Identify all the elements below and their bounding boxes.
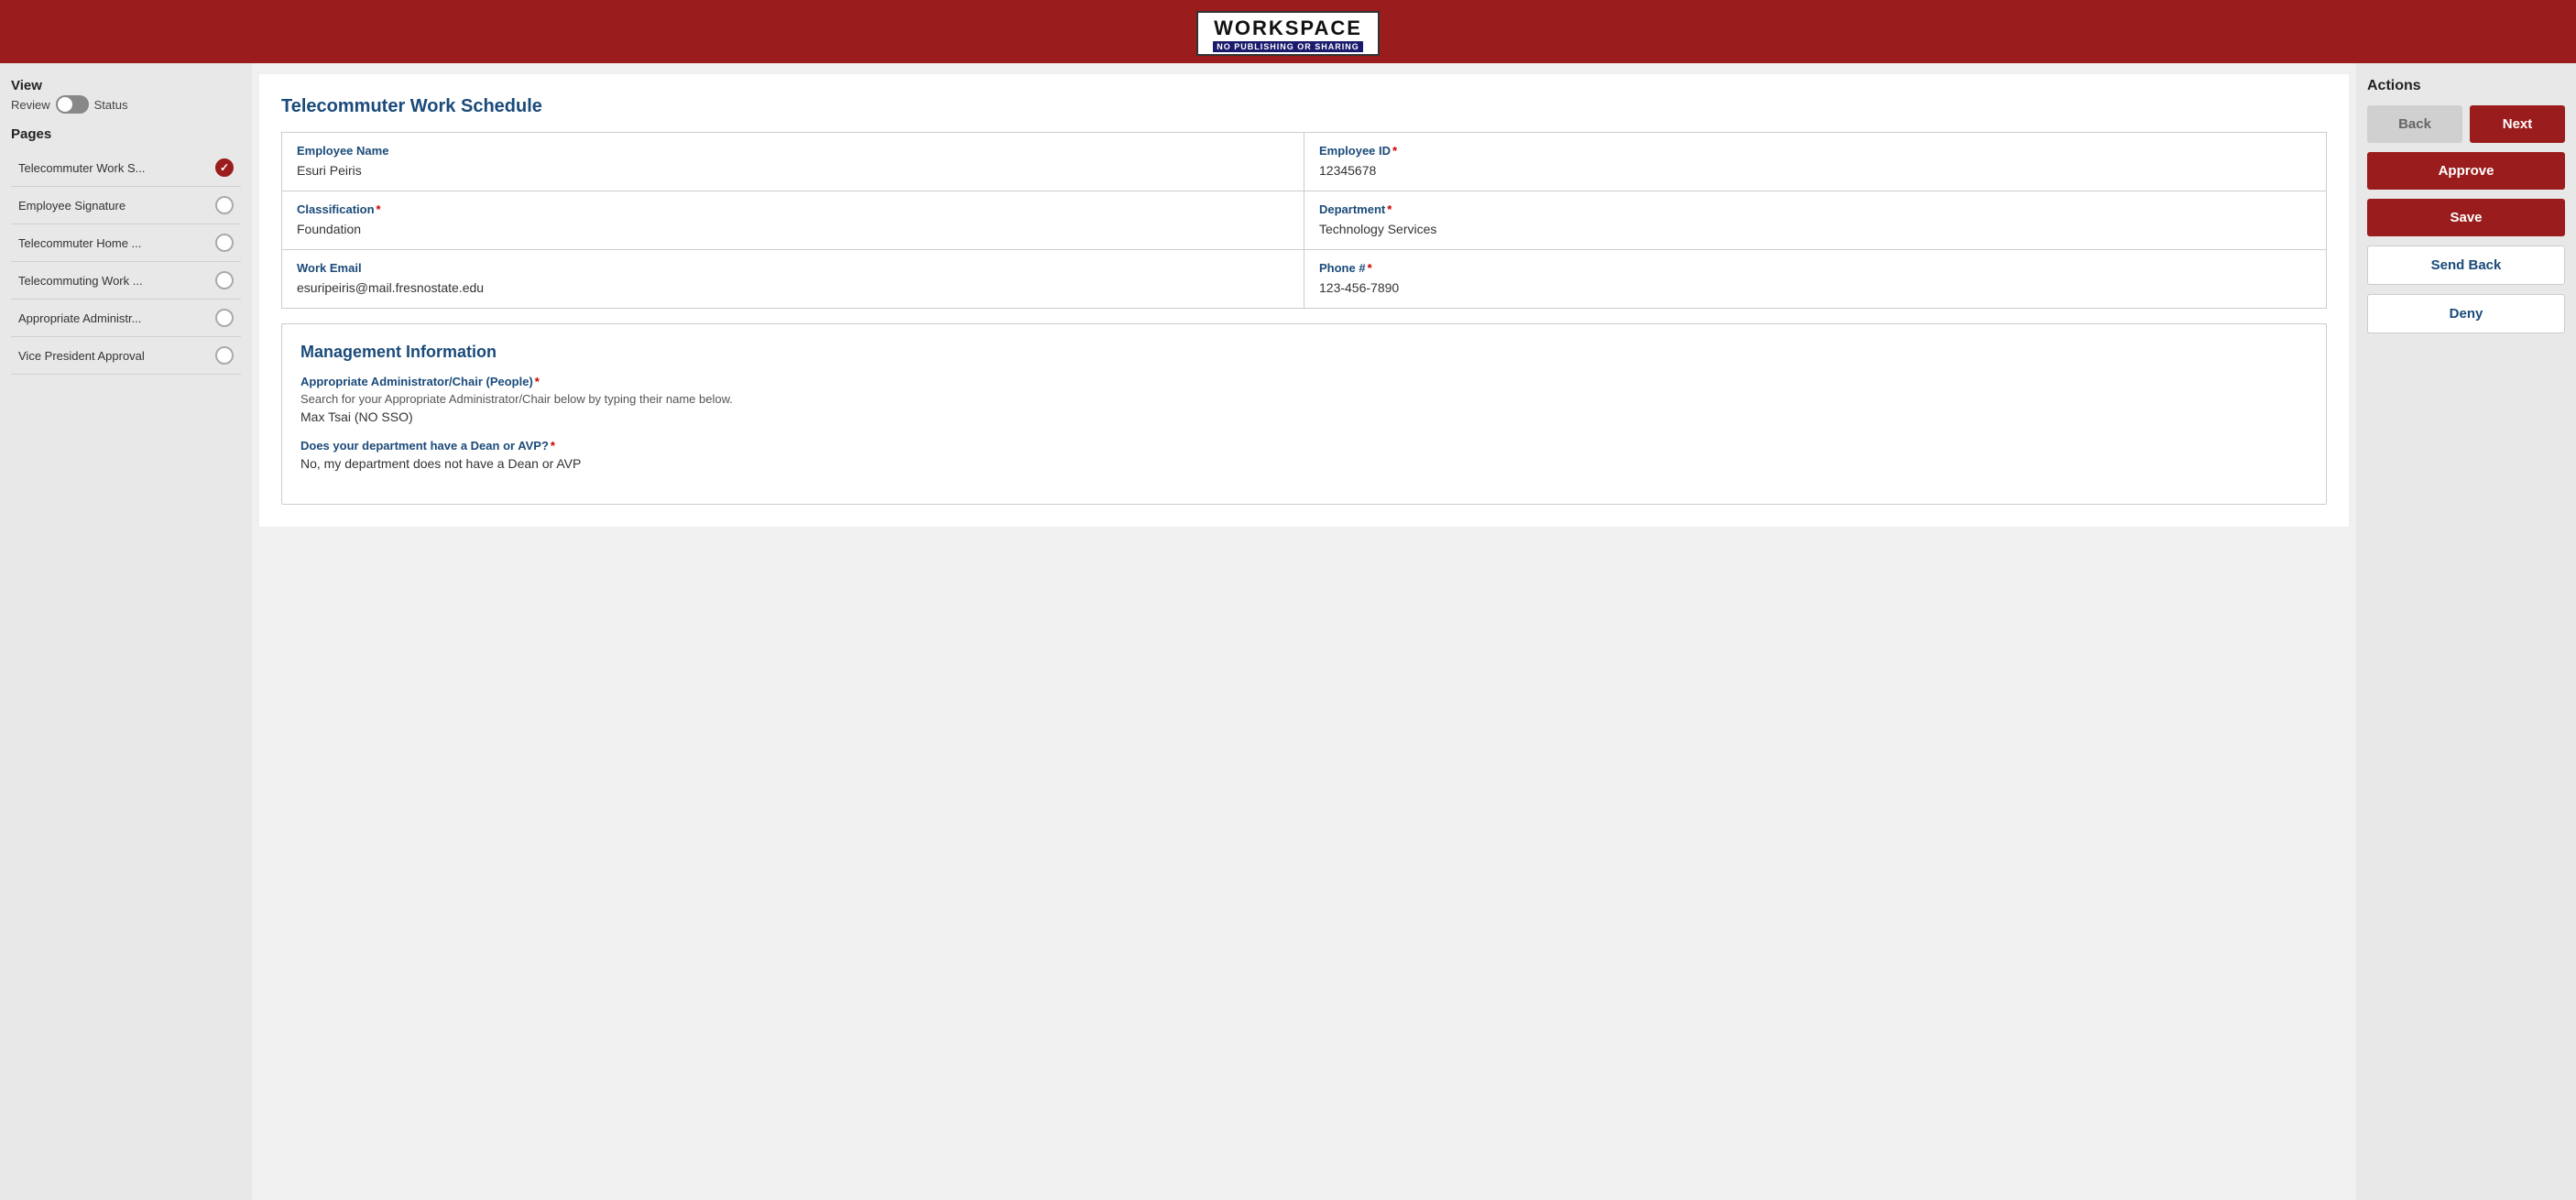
approve-button[interactable]: Approve (2367, 152, 2565, 190)
sidebar: View Review Status Pages Telecommuter Wo… (0, 63, 252, 1200)
classification-label: Classification* (297, 202, 1289, 216)
sidebar-item-label-4: Appropriate Administr... (18, 311, 215, 325)
phone-label: Phone #* (1319, 261, 2311, 275)
employee-name-value: Esuri Peiris (297, 163, 362, 178)
cell-department: Department* Technology Services (1304, 191, 2326, 249)
logo-subtitle: NO PUBLISHING OR SHARING (1213, 41, 1363, 52)
form-container: Telecommuter Work Schedule Employee Name… (259, 74, 2349, 527)
department-label: Department* (1319, 202, 2311, 216)
mgmt-field-admin: Appropriate Administrator/Chair (People)… (300, 375, 2308, 426)
sidebar-item-appropriate-admin[interactable]: Appropriate Administr... (11, 300, 241, 337)
sidebar-item-telecommuter-work[interactable]: Telecommuter Work S... (11, 149, 241, 187)
cell-phone: Phone #* 123-456-7890 (1304, 250, 2326, 308)
form-section-title: Telecommuter Work Schedule (281, 96, 2327, 117)
sidebar-item-label-2: Telecommuter Home ... (18, 236, 215, 250)
page-radio-5 (215, 346, 234, 365)
form-row-name-id: Employee Name Esuri Peiris Employee ID* … (282, 133, 2326, 191)
employee-id-required: * (1392, 144, 1397, 158)
page-radio-3 (215, 271, 234, 289)
logo-title: WORKSPACE (1213, 16, 1363, 40)
next-button[interactable]: Next (2470, 105, 2565, 143)
page-radio-1 (215, 196, 234, 214)
back-next-row: Back Next (2367, 105, 2565, 143)
form-row-class-dept: Classification* Foundation Department* T… (282, 191, 2326, 250)
pages-label: Pages (11, 126, 241, 142)
sidebar-item-label-1: Employee Signature (18, 199, 215, 213)
sidebar-item-telecommuting-work[interactable]: Telecommuting Work ... (11, 262, 241, 300)
cell-employee-id: Employee ID* 12345678 (1304, 133, 2326, 191)
work-email-label: Work Email (297, 261, 1289, 275)
actions-panel: Actions Back Next Approve Save Send Back… (2356, 63, 2576, 1200)
cell-work-email: Work Email esuripeiris@mail.fresnostate.… (282, 250, 1304, 308)
department-value: Technology Services (1319, 222, 1436, 236)
sidebar-item-label-5: Vice President Approval (18, 349, 215, 363)
page-radio-0 (215, 158, 234, 177)
classification-value: Foundation (297, 222, 361, 236)
sidebar-item-employee-signature[interactable]: Employee Signature (11, 187, 241, 224)
cell-employee-name: Employee Name Esuri Peiris (282, 133, 1304, 191)
back-button[interactable]: Back (2367, 105, 2462, 143)
header: WORKSPACE NO PUBLISHING OR SHARING (0, 0, 2576, 63)
main-layout: View Review Status Pages Telecommuter Wo… (0, 63, 2576, 1200)
save-button[interactable]: Save (2367, 199, 2565, 236)
review-toggle-row: Review Status (11, 95, 241, 114)
workspace-logo: WORKSPACE NO PUBLISHING OR SHARING (1196, 11, 1380, 56)
admin-label: Appropriate Administrator/Chair (People)… (300, 375, 2308, 388)
management-section: Management Information Appropriate Admin… (281, 323, 2327, 505)
deny-button[interactable]: Deny (2367, 294, 2565, 333)
dean-label: Does your department have a Dean or AVP?… (300, 439, 2308, 453)
sidebar-item-vp-approval[interactable]: Vice President Approval (11, 337, 241, 375)
view-label: View (11, 78, 241, 93)
form-row-email-phone: Work Email esuripeiris@mail.fresnostate.… (282, 250, 2326, 308)
employee-id-label: Employee ID* (1319, 144, 2311, 158)
employee-id-value: 12345678 (1319, 163, 1376, 178)
mgmt-section-title: Management Information (300, 343, 2308, 362)
status-label: Status (94, 98, 128, 112)
sidebar-item-label-0: Telecommuter Work S... (18, 161, 215, 175)
content-area: Telecommuter Work Schedule Employee Name… (252, 63, 2356, 1200)
employee-info-grid: Employee Name Esuri Peiris Employee ID* … (281, 132, 2327, 309)
page-radio-2 (215, 234, 234, 252)
sidebar-item-label-3: Telecommuting Work ... (18, 274, 215, 288)
cell-classification: Classification* Foundation (282, 191, 1304, 249)
employee-name-label: Employee Name (297, 144, 1289, 158)
actions-title: Actions (2367, 78, 2565, 94)
page-radio-4 (215, 309, 234, 327)
send-back-button[interactable]: Send Back (2367, 245, 2565, 285)
sidebar-item-telecommuter-home[interactable]: Telecommuter Home ... (11, 224, 241, 262)
phone-value: 123-456-7890 (1319, 280, 1399, 295)
admin-value: Max Tsai (NO SSO) (300, 409, 413, 424)
review-label: Review (11, 98, 50, 112)
dean-value: No, my department does not have a Dean o… (300, 456, 581, 471)
admin-hint: Search for your Appropriate Administrato… (300, 392, 2308, 406)
review-toggle[interactable] (56, 95, 89, 114)
mgmt-field-dean: Does your department have a Dean or AVP?… (300, 439, 2308, 473)
view-section: View Review Status (11, 78, 241, 114)
work-email-value: esuripeiris@mail.fresnostate.edu (297, 280, 484, 295)
